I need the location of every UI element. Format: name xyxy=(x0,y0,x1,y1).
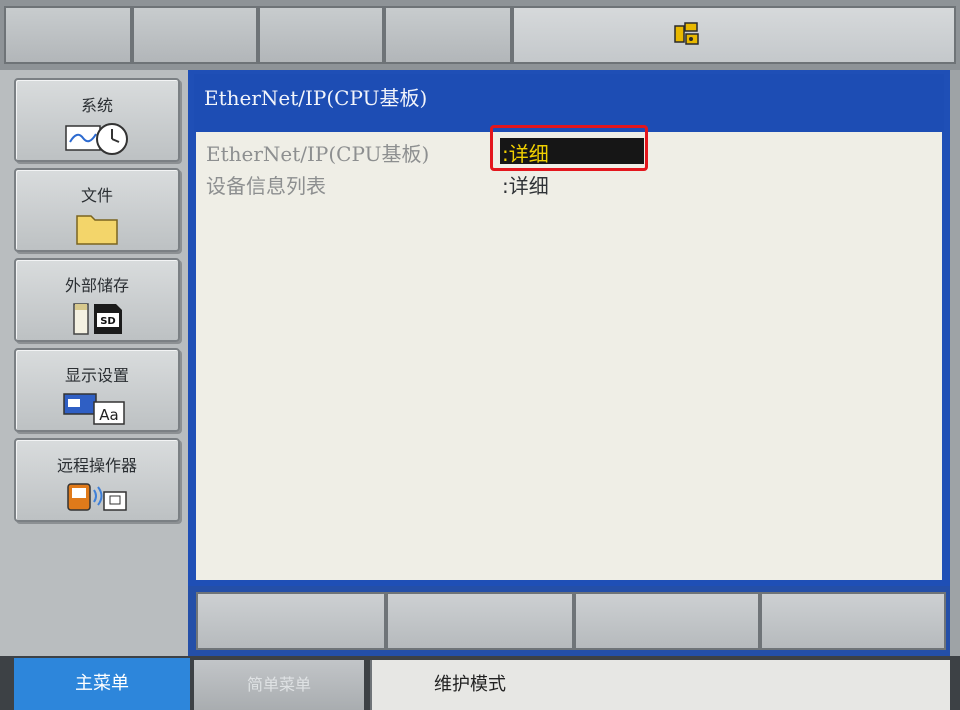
top-bar xyxy=(0,0,960,70)
sidebar-item-external-storage[interactable]: 外部储存 SD xyxy=(14,258,180,342)
status-mode-field: 维护模式 xyxy=(370,660,950,710)
svg-text:SD: SD xyxy=(100,316,116,327)
sidebar-item-label: 系统 xyxy=(80,96,113,115)
sidebar-item-label: 文件 xyxy=(80,186,113,205)
system-clock-icon xyxy=(65,123,128,155)
list-item-label: 设备信息列表 xyxy=(206,174,326,198)
sd-card-icon: SD xyxy=(73,303,122,335)
function-key-3[interactable] xyxy=(574,592,760,650)
list-item-value[interactable]: :详细 xyxy=(500,170,644,198)
top-tab-2[interactable] xyxy=(132,6,258,64)
sidebar-item-file[interactable]: 文件 xyxy=(14,168,180,252)
list-item-label: EtherNet/IP(CPU基板) xyxy=(206,142,430,166)
svg-text:Aa: Aa xyxy=(99,406,118,424)
sidebar-item-system[interactable]: 系统 xyxy=(14,78,180,162)
simple-menu-button[interactable]: 简单菜单 xyxy=(194,660,364,710)
page-title: EtherNet/IP(CPU基板) xyxy=(204,86,428,110)
screen-title-bar: EtherNet/IP(CPU基板) xyxy=(194,74,944,132)
function-key-2[interactable] xyxy=(386,592,574,650)
annotation-highlight-box xyxy=(490,125,648,171)
main-menu-button[interactable]: 主菜单 xyxy=(14,658,190,710)
sidebar: 系统 文件 外部储存 SD 显示设置 Aa 远程操作器 xyxy=(0,70,190,656)
display-settings-icon: Aa xyxy=(63,393,125,425)
function-key-1[interactable] xyxy=(196,592,386,650)
sidebar-item-label: 显示设置 xyxy=(64,366,129,385)
status-area[interactable] xyxy=(512,6,956,64)
bottom-bar: 主菜单 简单菜单 维护模式 xyxy=(0,656,960,710)
sidebar-item-display-settings[interactable]: 显示设置 Aa xyxy=(14,348,180,432)
screen-content: EtherNet/IP(CPU基板) :详细 设备信息列表 :详细 xyxy=(196,132,942,580)
robot-status-icon xyxy=(674,22,699,45)
top-tab-4[interactable] xyxy=(384,6,512,64)
remote-operator-icon xyxy=(67,483,127,511)
function-key-bar xyxy=(188,586,950,656)
sidebar-item-label: 远程操作器 xyxy=(56,456,137,475)
folder-icon xyxy=(76,215,118,245)
function-key-4[interactable] xyxy=(760,592,946,650)
sidebar-item-remote-operator[interactable]: 远程操作器 xyxy=(14,438,180,522)
sidebar-item-label: 外部储存 xyxy=(64,276,129,295)
top-tab-3[interactable] xyxy=(258,6,384,64)
top-tab-1[interactable] xyxy=(4,6,132,64)
